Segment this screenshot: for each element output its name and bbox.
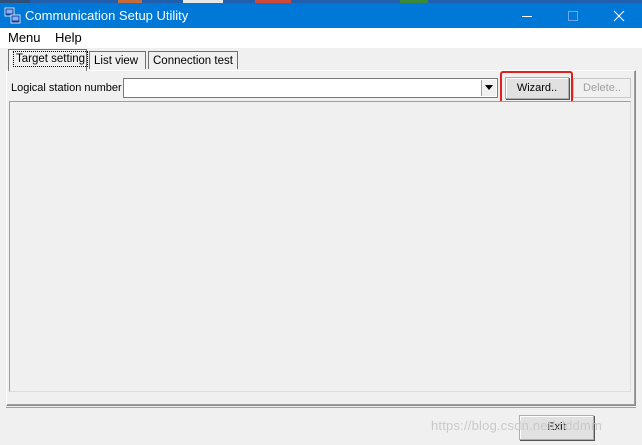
wizard-button[interactable]: Wizard.. — [505, 77, 569, 99]
minimize-button[interactable] — [504, 3, 550, 28]
close-button[interactable] — [596, 3, 642, 28]
separator — [6, 407, 636, 408]
tab-label: Connection test — [153, 55, 233, 67]
logical-station-label: Logical station number — [11, 82, 122, 94]
tab-label: Target setting — [13, 51, 89, 67]
menu-bar: Menu Help — [0, 28, 642, 48]
menu-item-help[interactable]: Help — [55, 30, 82, 46]
close-icon — [613, 10, 625, 22]
minimize-icon — [522, 16, 532, 17]
station-list-area[interactable] — [9, 101, 631, 392]
delete-button[interactable]: Delete.. — [573, 78, 631, 98]
maximize-icon — [568, 11, 578, 21]
tab-label: List view — [94, 55, 139, 67]
title-bar[interactable]: Communication Setup Utility — [0, 3, 642, 28]
app-icon — [4, 7, 21, 24]
exit-button[interactable]: Exit — [519, 415, 594, 440]
tab-list-view[interactable]: List view — [89, 51, 146, 69]
tab-strip: Target setting List view Connection test — [8, 49, 638, 71]
chevron-down-icon — [485, 85, 493, 90]
logical-station-dropdown[interactable] — [123, 78, 498, 98]
maximize-button[interactable] — [550, 3, 596, 28]
tab-connection-test[interactable]: Connection test — [148, 51, 238, 69]
tab-target-setting[interactable]: Target setting — [8, 49, 89, 71]
dropdown-arrow-button[interactable] — [481, 80, 496, 96]
window-title: Communication Setup Utility — [25, 8, 189, 23]
menu-item-menu[interactable]: Menu — [8, 30, 41, 46]
